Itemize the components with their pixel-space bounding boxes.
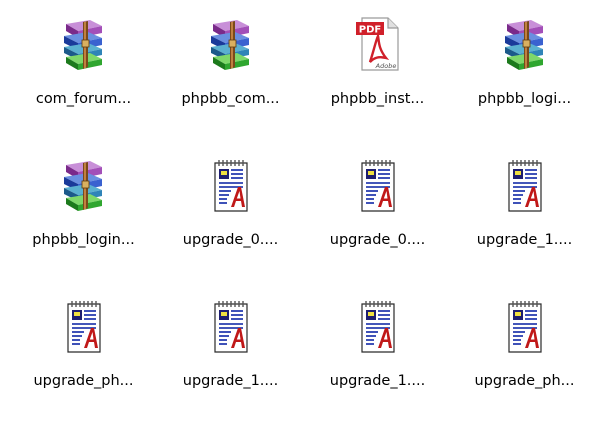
rar-archive-icon[interactable]	[493, 12, 557, 76]
file-name-label[interactable]: upgrade_ph...	[33, 372, 133, 390]
file-item[interactable]: upgrade_ph...	[451, 290, 598, 431]
file-item[interactable]: upgrade_0....	[304, 149, 451, 290]
file-item[interactable]: upgrade_1....	[157, 290, 304, 431]
text-document-icon[interactable]	[199, 294, 263, 358]
file-item[interactable]: upgrade_1....	[304, 290, 451, 431]
file-item[interactable]: upgrade_1....	[451, 149, 598, 290]
file-name-label[interactable]: upgrade_0....	[330, 231, 425, 249]
file-item[interactable]: phpbb_com...	[157, 8, 304, 149]
file-grid: com_forum... phpbb_com... PDF Adobe phpb…	[10, 8, 600, 431]
file-name-label[interactable]: phpbb_login...	[32, 231, 134, 249]
text-document-icon[interactable]	[493, 153, 557, 217]
file-name-label[interactable]: upgrade_1....	[330, 372, 425, 390]
text-document-icon[interactable]	[346, 153, 410, 217]
file-icon-view: com_forum... phpbb_com... PDF Adobe phpb…	[0, 0, 602, 409]
file-name-label[interactable]: com_forum...	[36, 90, 131, 108]
file-name-label[interactable]: upgrade_ph...	[474, 372, 574, 390]
file-item[interactable]: upgrade_0....	[157, 149, 304, 290]
file-name-label[interactable]: upgrade_1....	[183, 372, 278, 390]
file-item[interactable]: com_forum...	[10, 8, 157, 149]
rar-archive-icon[interactable]	[199, 12, 263, 76]
text-document-icon[interactable]	[199, 153, 263, 217]
rar-archive-icon[interactable]	[52, 153, 116, 217]
file-item[interactable]: phpbb_logi...	[451, 8, 598, 149]
file-name-label[interactable]: phpbb_inst...	[331, 90, 425, 108]
rar-archive-icon[interactable]	[52, 12, 116, 76]
file-name-label[interactable]: phpbb_com...	[181, 90, 279, 108]
text-document-icon[interactable]	[52, 294, 116, 358]
pdf-document-icon[interactable]: PDF Adobe	[346, 12, 410, 76]
file-item[interactable]: PDF Adobe phpbb_inst...	[304, 8, 451, 149]
file-name-label[interactable]: upgrade_0....	[183, 231, 278, 249]
file-item[interactable]: phpbb_login...	[10, 149, 157, 290]
file-name-label[interactable]: phpbb_logi...	[478, 90, 571, 108]
file-name-label[interactable]: upgrade_1....	[477, 231, 572, 249]
pdf-brand-text: Adobe	[374, 62, 396, 70]
file-item[interactable]: upgrade_ph...	[10, 290, 157, 431]
text-document-icon[interactable]	[346, 294, 410, 358]
text-document-icon[interactable]	[493, 294, 557, 358]
